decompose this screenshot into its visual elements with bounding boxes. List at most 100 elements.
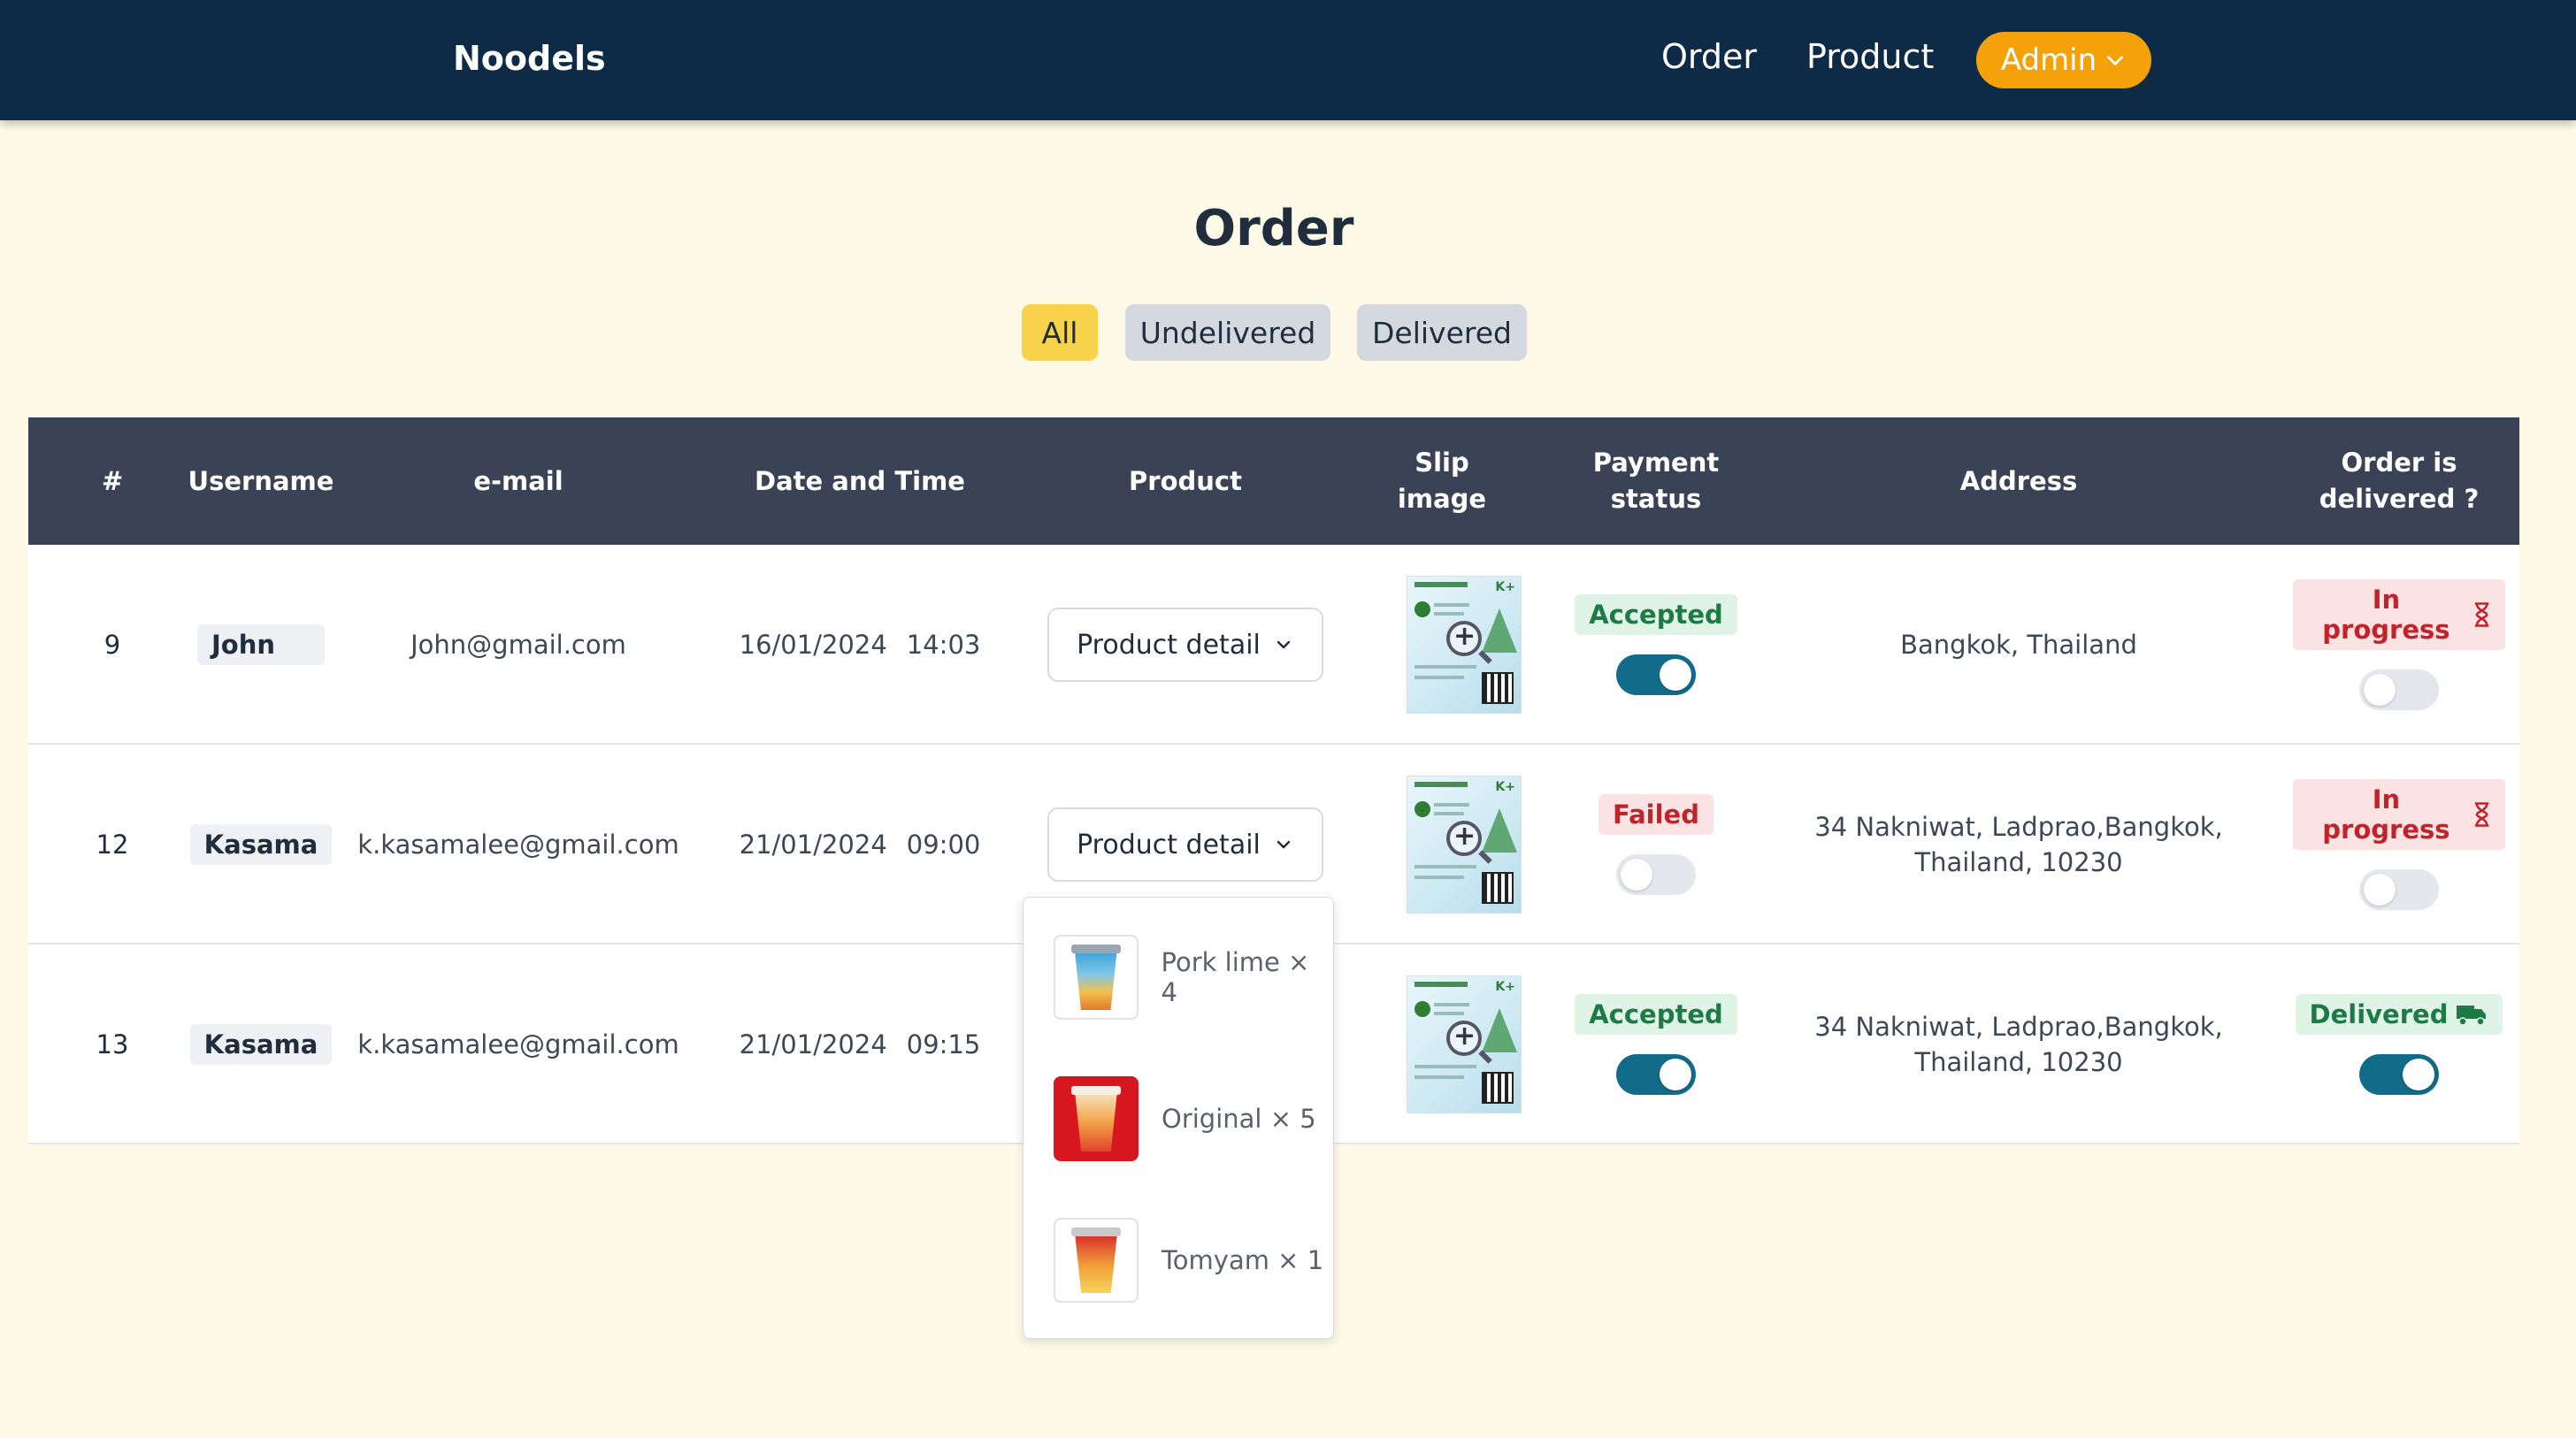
datetime-cell: 21/01/2024 09:00 <box>727 745 993 945</box>
username-tag: Kasama <box>189 1024 333 1065</box>
slip-text-line <box>1414 1075 1464 1079</box>
slip-header-line <box>1414 582 1468 587</box>
filter-delivered-button[interactable]: Delivered <box>1357 304 1527 361</box>
row-num: 13 <box>96 1029 129 1059</box>
zoom-plus-icon: + <box>1453 621 1476 652</box>
slip-tree-graphic <box>1482 608 1517 653</box>
dropdown-item[interactable]: Pork lime × 4 <box>1054 935 1333 1020</box>
address-line1: 34 Nakniwat, Ladprao,Bangkok, <box>1814 812 2223 842</box>
header-address: Address <box>1959 465 2078 496</box>
header-email: e-mail <box>473 465 564 496</box>
header-delivered: Order is delivered ? <box>2293 417 2505 545</box>
chevron-down-icon <box>1276 640 1291 649</box>
slip-image-thumbnail[interactable]: K+ + <box>1407 975 1522 1113</box>
payment-status-badge: Accepted <box>1575 594 1737 635</box>
header-delivered-line2: delivered ? <box>2319 484 2480 514</box>
username-cell: John <box>168 545 354 745</box>
cup-graphic <box>1070 1226 1123 1295</box>
address-cell: 34 Nakniwat, Ladprao,Bangkok, Thailand, … <box>1798 745 2240 945</box>
order-date: 16/01/2024 <box>739 630 887 660</box>
order-time: 14:03 <box>906 630 981 660</box>
slip-text-line <box>1434 1003 1469 1006</box>
slip-text-line <box>1414 676 1464 679</box>
username-tag: John <box>197 624 325 665</box>
zoom-plus-icon: + <box>1453 1021 1476 1052</box>
address-line2: Thailand, 10230 <box>1914 847 2123 877</box>
header-product: Product <box>1129 465 1242 496</box>
header-payment-line1: Payment <box>1592 447 1720 478</box>
toggle-knob <box>1660 659 1691 691</box>
delivered-toggle[interactable] <box>2359 669 2439 710</box>
slip-image-thumbnail[interactable]: K+ + <box>1407 776 1522 914</box>
delivery-status-label: In progress <box>2322 784 2450 845</box>
payment-toggle[interactable] <box>1616 1054 1696 1095</box>
product-detail-dropdown: Pork lime × 4 Original × 5 Tomyam × 1 <box>1023 897 1334 1339</box>
page-title: Order <box>1193 200 1354 257</box>
delivered-toggle[interactable] <box>2359 869 2439 910</box>
order-date: 21/01/2024 <box>739 1029 887 1059</box>
nav-link-product[interactable]: Product <box>1806 37 1934 76</box>
payment-cell: Accepted <box>1568 545 1744 745</box>
header-slip-line2: image <box>1397 484 1487 514</box>
cup-body <box>1075 1091 1117 1151</box>
payment-status-badge: Accepted <box>1575 994 1737 1035</box>
dropdown-item[interactable]: Tomyam × 1 <box>1054 1218 1323 1303</box>
filter-all-button[interactable]: All <box>1022 304 1098 361</box>
hourglass-icon <box>2474 802 2489 827</box>
product-detail-button[interactable]: Product detail <box>1047 608 1323 682</box>
toggle-knob <box>2403 1059 2434 1090</box>
cup-graphic <box>1070 943 1123 1012</box>
nav-link-order[interactable]: Order <box>1661 37 1757 76</box>
cup-lid <box>1071 1086 1121 1095</box>
noodle-cup-original-icon <box>1054 1076 1138 1161</box>
address-line2: Thailand, 10230 <box>1914 1047 2123 1077</box>
product-cell: Product detail <box>1044 545 1327 745</box>
slip-tree-graphic <box>1482 808 1517 853</box>
chevron-down-icon <box>1276 840 1291 849</box>
qr-code-icon <box>1482 1072 1514 1104</box>
toggle-knob <box>1660 1059 1691 1090</box>
filter-undelivered-button[interactable]: Undelivered <box>1125 304 1330 361</box>
toggle-knob <box>2364 874 2396 906</box>
noodle-cup-pork-lime-icon <box>1054 935 1138 1020</box>
payment-toggle[interactable] <box>1616 854 1696 895</box>
chevron-down-icon <box>2107 56 2124 65</box>
username-tag: Kasama <box>189 824 333 865</box>
slip-text-line <box>1434 803 1469 807</box>
brand-logo-text[interactable]: Noodels <box>453 39 606 78</box>
admin-menu-button[interactable]: Admin <box>1976 32 2151 88</box>
header-num: # <box>101 465 124 496</box>
table-row: 9 John John@gmail.com 16/01/2024 14:03 P… <box>28 545 2519 745</box>
delivered-cell: In progress <box>2293 545 2505 745</box>
hourglass-icon <box>2474 602 2489 627</box>
datetime-cell: 16/01/2024 14:03 <box>727 545 993 745</box>
header-payment: Payment status <box>1568 417 1744 545</box>
dropdown-item[interactable]: Original × 5 <box>1054 1076 1316 1161</box>
delivery-status-badge: In progress <box>2293 579 2505 650</box>
qr-code-icon <box>1482 872 1514 904</box>
truck-icon <box>2457 1006 2487 1026</box>
address-cell: Bangkok, Thailand <box>1798 545 2240 745</box>
slip-header-line <box>1414 982 1468 987</box>
slip-image-thumbnail[interactable]: K+ + <box>1407 576 1522 714</box>
username-cell: Kasama <box>168 945 354 1144</box>
bank-logo-icon <box>1414 801 1430 817</box>
delivery-status-label: In progress <box>2322 585 2450 645</box>
slip-text-line <box>1414 876 1464 879</box>
cup-graphic <box>1070 1084 1123 1153</box>
address-line1: Bangkok, Thailand <box>1900 630 2137 660</box>
payment-toggle[interactable] <box>1616 654 1696 695</box>
delivered-toggle[interactable] <box>2359 1054 2439 1095</box>
slip-text-line <box>1434 612 1464 616</box>
dropdown-item-label: Tomyam × 1 <box>1162 1245 1324 1275</box>
product-detail-button[interactable]: Product detail <box>1047 807 1323 882</box>
email-cell: John@gmail.com <box>410 630 626 660</box>
row-num: 12 <box>96 830 129 860</box>
order-date: 21/01/2024 <box>739 830 887 860</box>
header-payment-line2: status <box>1610 484 1702 514</box>
email-cell: k.kasamalee@gmail.com <box>357 1029 679 1059</box>
header-slip-line1: Slip <box>1414 447 1469 478</box>
header-datetime: Date and Time <box>755 465 965 496</box>
zoom-plus-icon: + <box>1453 821 1476 852</box>
cup-body <box>1075 1233 1117 1293</box>
